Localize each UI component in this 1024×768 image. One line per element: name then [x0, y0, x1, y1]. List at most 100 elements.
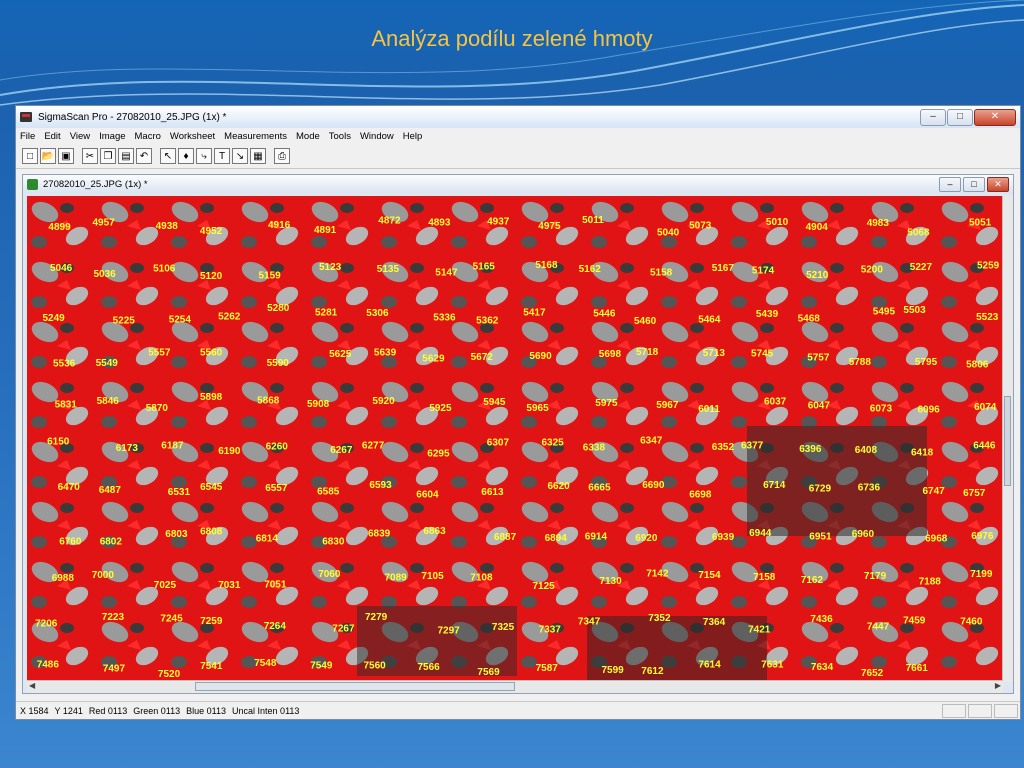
measurement-label: 7541: [200, 661, 223, 672]
doc-close-button[interactable]: ✕: [987, 176, 1009, 192]
measurement-label: 4916: [268, 220, 291, 231]
status-bar: X 1584 Y 1241 Red 0113 Green 0113 Blue 0…: [16, 701, 1020, 719]
measurement-label: 5698: [599, 349, 622, 360]
measurement-label: 6307: [487, 438, 510, 449]
measurement-label: 5870: [146, 403, 169, 414]
minimize-button[interactable]: –: [920, 108, 946, 126]
measurement-label: 7199: [970, 569, 993, 580]
vertical-scrollbar[interactable]: [1002, 196, 1013, 682]
paste-icon[interactable]: ▤: [118, 148, 134, 164]
measurement-label: 6187: [161, 441, 184, 452]
horizontal-scroll-thumb[interactable]: [195, 682, 515, 691]
open-icon[interactable]: 📂: [40, 148, 56, 164]
measurement-label: 6531: [168, 487, 191, 498]
measurement-label: 6757: [963, 488, 986, 499]
measurement-label: 5460: [634, 316, 657, 327]
measurement-label: 5975: [595, 398, 618, 409]
measurement-label: 6951: [809, 531, 832, 542]
measurement-label: 5336: [433, 313, 456, 324]
document-titlebar[interactable]: 27082010_25.JPG (1x) * – □ ✕: [23, 175, 1013, 193]
measurement-label: 7337: [539, 624, 562, 635]
copy-icon[interactable]: ❐: [100, 148, 116, 164]
doc-maximize-button[interactable]: □: [963, 176, 985, 192]
measurement-label: 5446: [593, 309, 616, 320]
text-icon[interactable]: T: [214, 148, 230, 164]
scroll-left-icon[interactable]: ◀: [29, 681, 35, 690]
measurement-label: 7158: [753, 572, 776, 583]
app-titlebar[interactable]: SigmaScan Pro - 27082010_25.JPG (1x) * –…: [16, 106, 1020, 128]
measurement-label: 6260: [266, 441, 289, 452]
measurement-label: 7179: [864, 571, 887, 582]
measurement-label: 7031: [218, 580, 241, 591]
measurement-label: 5925: [429, 403, 452, 414]
measurement-label: 5464: [698, 314, 721, 325]
measurement-label: 5745: [751, 349, 774, 360]
fill-icon[interactable]: ♦: [178, 148, 194, 164]
measurement-label: 5249: [43, 313, 66, 324]
segmented-image: 4899 4957 4938 4952 4916 4891 4872 4893 4937 4975…: [27, 196, 1003, 682]
trace-icon[interactable]: ⤷: [196, 148, 212, 164]
measurement-label: 5011: [582, 215, 604, 226]
grid-icon[interactable]: ▦: [250, 148, 266, 164]
measurement-label: 5135: [377, 264, 400, 275]
measurement-label: 6096: [918, 404, 941, 415]
measurement-label: 6976: [971, 531, 994, 542]
measurement-label: 4957: [93, 218, 116, 229]
measurement-label: 6352: [712, 442, 735, 453]
doc-minimize-button[interactable]: –: [939, 176, 961, 192]
measurement-label: 5225: [113, 316, 136, 327]
undo-icon[interactable]: ↶: [136, 148, 152, 164]
measure-icon[interactable]: ↘: [232, 148, 248, 164]
close-button[interactable]: ✕: [974, 108, 1016, 126]
measurement-label: 5868: [257, 395, 280, 406]
measurement-label: 5165: [473, 262, 496, 273]
measurement-label: 6803: [165, 529, 188, 540]
measurement-label: 7297: [438, 625, 461, 636]
horizontal-scrollbar[interactable]: ◀ ▶: [27, 680, 1003, 693]
measurement-label: 5147: [435, 267, 458, 278]
image-canvas[interactable]: 4899 4957 4938 4952 4916 4891 4872 4893 4937 4975…: [27, 196, 1003, 682]
measurement-label: 5713: [703, 348, 726, 359]
pointer-icon[interactable]: ↖: [160, 148, 176, 164]
measurement-label: 5920: [372, 396, 395, 407]
measurement-label: 6295: [427, 449, 450, 460]
save-icon[interactable]: ▣: [58, 148, 74, 164]
print-icon[interactable]: ⎙: [274, 148, 290, 164]
maximize-button[interactable]: □: [947, 108, 973, 126]
status-y: Y 1241: [54, 705, 83, 716]
measurement-label: 7447: [867, 622, 890, 633]
measurement-label: 6830: [322, 537, 345, 548]
measurement-label: 7279: [365, 612, 388, 623]
new-icon[interactable]: □: [22, 148, 38, 164]
measurement-label: 5281: [315, 308, 338, 319]
menu-edit[interactable]: Edit: [44, 131, 60, 142]
menu-worksheet[interactable]: Worksheet: [170, 131, 215, 142]
cut-icon[interactable]: ✂: [82, 148, 98, 164]
vertical-scroll-thumb[interactable]: [1004, 396, 1011, 486]
menu-image[interactable]: Image: [99, 131, 125, 142]
measurement-label: 5898: [200, 392, 223, 403]
measurement-label: 5106: [153, 263, 176, 274]
measurement-label: 5557: [148, 348, 171, 359]
menu-macro[interactable]: Macro: [135, 131, 161, 142]
menu-file[interactable]: File: [20, 131, 35, 142]
menu-view[interactable]: View: [70, 131, 90, 142]
scroll-right-icon[interactable]: ▶: [995, 681, 1001, 690]
menu-help[interactable]: Help: [403, 131, 423, 142]
measurement-label: 5672: [471, 352, 494, 363]
status-x: X 1584: [20, 705, 49, 716]
measurement-label: 7560: [364, 661, 387, 672]
menu-tools[interactable]: Tools: [329, 131, 351, 142]
menu-measurements[interactable]: Measurements: [224, 131, 287, 142]
menu-mode[interactable]: Mode: [296, 131, 320, 142]
measurement-label: 5536: [53, 359, 76, 370]
measurement-label: 7089: [385, 573, 408, 584]
measurement-label: 5040: [657, 227, 680, 238]
measurement-label: 6557: [265, 483, 288, 494]
measurement-label: 7421: [748, 625, 771, 636]
measurement-label: 7051: [264, 579, 287, 590]
measurement-label: 5168: [535, 260, 558, 271]
menu-window[interactable]: Window: [360, 131, 394, 142]
measurement-label: 7025: [154, 580, 177, 591]
sigmascan-window: SigmaScan Pro - 27082010_25.JPG (1x) * –…: [15, 105, 1021, 720]
